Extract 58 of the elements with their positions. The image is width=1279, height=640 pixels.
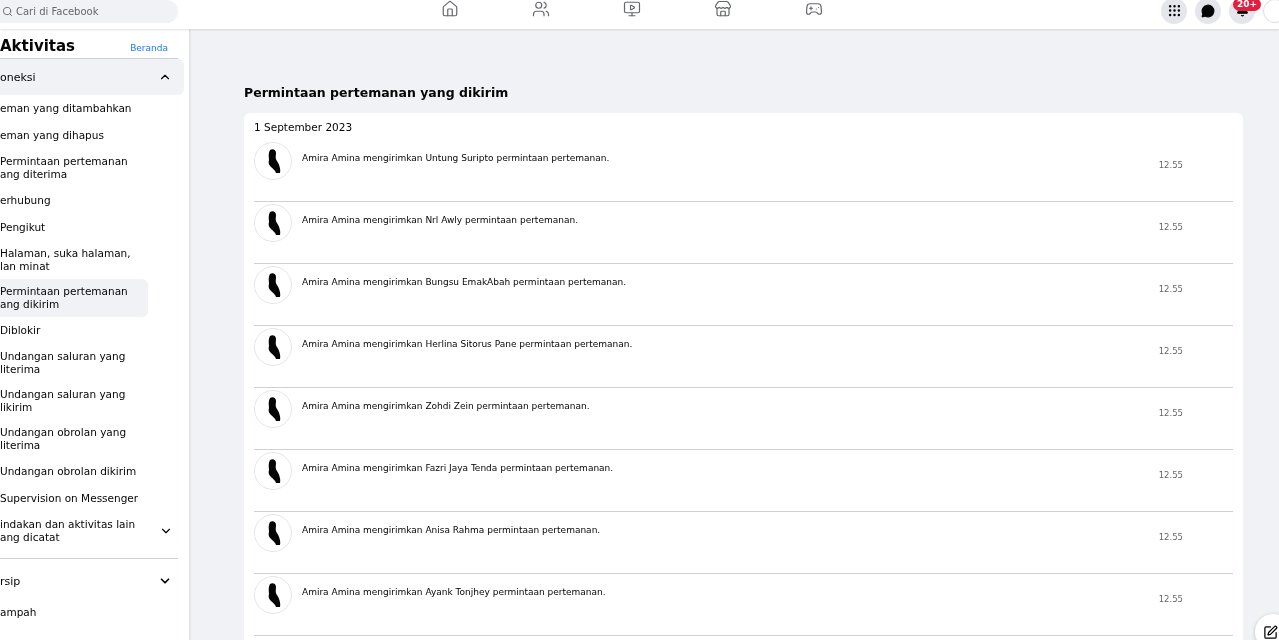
activity-time: 12.55 bbox=[1158, 594, 1183, 604]
section-header[interactable]: rsip bbox=[0, 563, 184, 599]
sidebar-item[interactable]: Undangan saluran yang literima bbox=[0, 344, 148, 382]
avatar-silhouette bbox=[254, 204, 292, 242]
section-header[interactable]: oneksi bbox=[0, 59, 184, 95]
activity-time: 12.55 bbox=[1158, 408, 1183, 418]
activity-text: Amira Amina mengirimkan Bungsu EmakAbah permintaan pertemanan. bbox=[302, 277, 628, 287]
page-title: Permintaan pertemanan yang dikirim bbox=[244, 85, 510, 100]
friends-icon bbox=[532, 0, 550, 18]
avatar-silhouette bbox=[254, 390, 292, 428]
activity-time: 12.55 bbox=[1158, 222, 1183, 232]
avatar-silhouette bbox=[254, 328, 292, 366]
sidebar-item[interactable]: erhubung bbox=[0, 187, 148, 214]
home-icon bbox=[441, 0, 459, 18]
sidebar-item[interactable]: Undangan obrolan dikirim bbox=[0, 458, 148, 485]
activity-time: 12.55 bbox=[1158, 346, 1183, 356]
sidebar-item[interactable]: Undangan saluran yang likirim bbox=[0, 382, 148, 420]
activity-text: Amira Amina mengirimkan Anisa Rahma permintaan pertemanan. bbox=[302, 525, 602, 535]
activity-text: Amira Amina mengirimkan Fazri Jaya Tenda permintaan pertemanan. bbox=[302, 463, 615, 473]
sidebar-item[interactable]: Halaman, suka halaman, lan minat bbox=[0, 241, 148, 279]
sidebar-item[interactable]: Undangan obrolan yang literima bbox=[0, 420, 148, 458]
sidebar-item[interactable]: eman yang ditambahkan bbox=[0, 95, 148, 122]
activity-text: Amira Amina mengirimkan Zohdi Zein permintaan pertemanan. bbox=[302, 401, 591, 411]
video-icon bbox=[623, 0, 641, 18]
sidebar-item[interactable]: eman yang dihapus bbox=[0, 122, 148, 149]
activity-text: Amira Amina mengirimkan Ayank Tonjhey permintaan pertemanan. bbox=[302, 587, 607, 597]
avatar-silhouette bbox=[254, 142, 292, 180]
activity-text: Amira Amina mengirimkan Nrl Awly permintaan pertemanan. bbox=[302, 215, 579, 225]
sidebar-item[interactable]: indakan dan aktivitas lain ang dicatat bbox=[0, 512, 177, 550]
sidebar-item[interactable]: Supervision on Messenger bbox=[0, 485, 148, 512]
sidebar-item[interactable]: ampah bbox=[0, 599, 148, 626]
avatar-silhouette bbox=[254, 452, 292, 490]
home-link[interactable]: Beranda bbox=[130, 43, 168, 53]
activity-time: 12.55 bbox=[1158, 470, 1183, 480]
search-field[interactable]: Cari di Facebook bbox=[0, 0, 178, 23]
activity-time: 12.55 bbox=[1158, 284, 1183, 294]
compose-icon bbox=[1263, 624, 1278, 640]
activity-text: Amira Amina mengirimkan Herlina Sitorus Pane permintaan pertemanan. bbox=[302, 339, 634, 349]
grid-icon bbox=[1166, 3, 1182, 18]
menu-button[interactable] bbox=[1161, 0, 1187, 24]
chat-bubble-icon bbox=[1201, 3, 1215, 18]
avatar-silhouette bbox=[254, 576, 292, 614]
date-heading: 1 September 2023 bbox=[254, 121, 354, 133]
activity-text: Amira Amina mengirimkan Untung Suripto permintaan pertemanan. bbox=[302, 153, 611, 163]
sidebar-title: Aktivitas bbox=[0, 37, 76, 55]
avatar-silhouette bbox=[254, 514, 292, 552]
sidebar-item[interactable]: Permintaan pertemanan ang diterima bbox=[0, 149, 148, 187]
avatar-silhouette bbox=[254, 266, 292, 304]
messenger-button[interactable] bbox=[1195, 0, 1221, 24]
activity-time: 12.55 bbox=[1158, 532, 1183, 542]
sidebar-item[interactable]: Pengikut bbox=[0, 214, 148, 241]
sidebar-item[interactable]: Permintaan pertemanan ang dikirim bbox=[0, 279, 148, 317]
search-icon bbox=[2, 6, 13, 17]
notification-badge: 20+ bbox=[1232, 0, 1261, 11]
sidebar-item[interactable]: Diblokir bbox=[0, 317, 148, 344]
gamepad-icon bbox=[805, 0, 823, 18]
activity-time: 12.55 bbox=[1158, 160, 1183, 170]
store-icon bbox=[714, 0, 732, 18]
